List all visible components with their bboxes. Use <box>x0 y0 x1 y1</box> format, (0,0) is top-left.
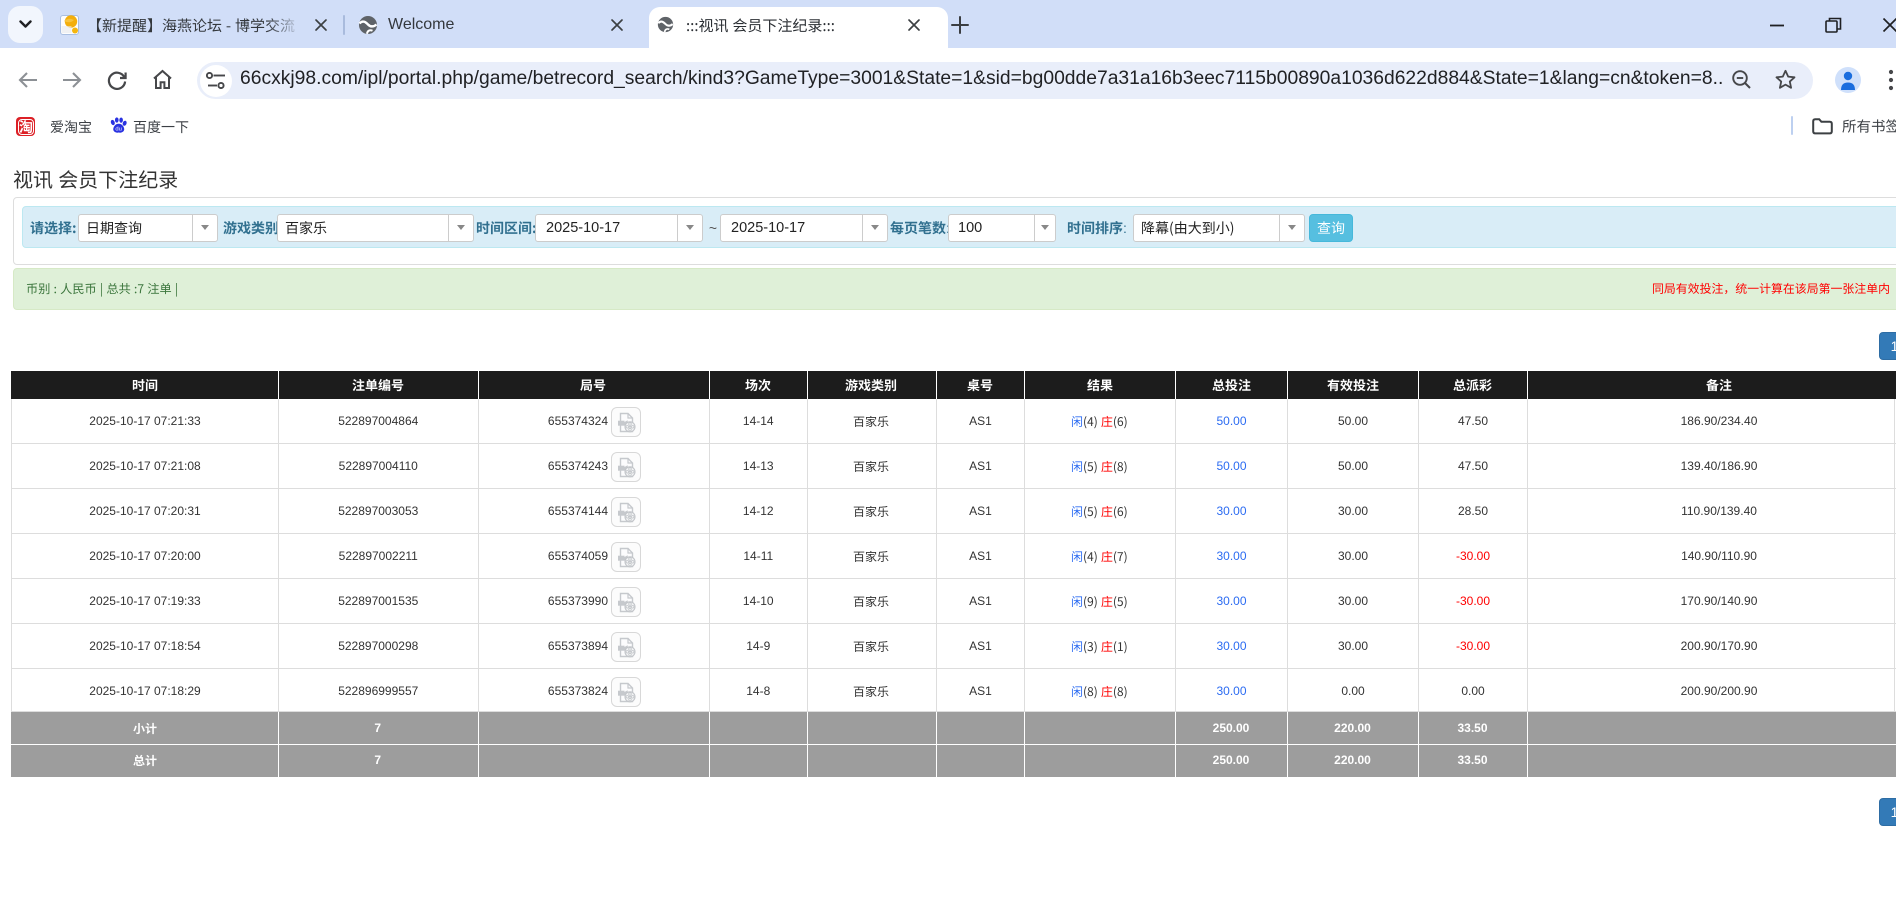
svg-text:du: du <box>115 127 122 133</box>
